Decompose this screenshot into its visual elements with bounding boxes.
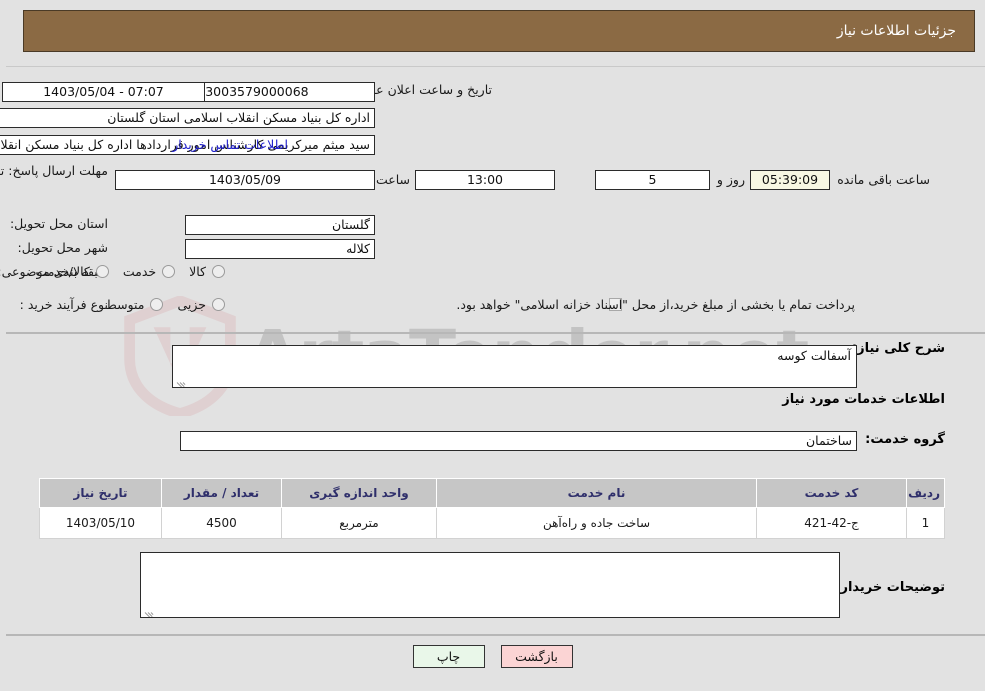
needs-table: ردیف کد خدمت نام خدمت واحد اندازه گیری ت… [39,478,945,539]
radio-medium[interactable] [150,298,164,311]
cell-code: ج-42-421 [756,507,907,539]
deadline-days-field[interactable]: 5 [595,170,710,190]
radio-minor-label: جزیی [177,297,206,312]
deadline-time-label: ساعت [375,172,410,187]
table-row: 1 ج-42-421 ساخت جاده و راه‌آهن مترمربع 4… [39,507,945,539]
cell-unit: مترمربع [281,507,437,539]
back-button[interactable]: بازگشت [500,645,573,668]
cell-quantity: 4500 [161,507,282,539]
deadline-countdown-field: 05:39:09 [750,170,830,190]
treasury-note: پرداخت تمام یا بخشی از مبلغ خرید،از محل … [456,297,855,312]
need-info-panel [6,66,985,334]
cell-name: ساخت جاده و راه‌آهن [436,507,757,539]
table-header-row: ردیف کد خدمت نام خدمت واحد اندازه گیری ت… [39,478,945,508]
buyer-contact-link[interactable]: اطلاعات تماس خریدار [172,137,288,152]
cell-need-date: 1403/05/10 [39,507,162,539]
radio-minor[interactable] [212,298,225,311]
general-desc-value: آسفالت کوسه [777,348,851,363]
radio-service[interactable] [162,265,176,278]
footer-buttons: بازگشت چاپ [0,645,985,668]
radio-goods[interactable] [212,265,225,278]
general-desc-textarea[interactable]: آسفالت کوسه [172,345,857,388]
deadline-date-field[interactable]: 1403/05/09 [115,170,375,190]
print-button[interactable]: چاپ [412,645,485,668]
province-field[interactable]: گلستان [185,215,375,235]
cell-index: 1 [906,507,945,539]
radio-goods-label: کالا [189,264,206,279]
page-root: ArtaTender.net جزئیات اطلاعات نیاز شماره… [0,0,985,691]
buyer-org-field[interactable]: اداره کل بنیاد مسکن انقلاب اسلامی استان … [0,108,375,128]
radio-medium-label: متوسط [105,297,145,312]
deadline-time-field[interactable]: 13:00 [415,170,555,190]
col-need-date: تاریخ نیاز [39,478,162,508]
service-group-label: گروه خدمت: [865,432,945,447]
purchase-process-options: جزیی متوسط [91,297,225,312]
deadline-remaining-label: ساعت باقی مانده [837,172,930,187]
textarea-resize-handle[interactable] [176,373,188,387]
buyer-notes-label: توضیحات خریدار: [835,580,945,595]
col-name: نام خدمت [436,478,757,508]
buyer-notes-textarea[interactable] [140,552,840,618]
buyer-notes-resize-handle[interactable] [144,603,156,617]
radio-goods-service-label: کالا/خدمت [35,264,90,279]
deadline-days-label: روز و [716,172,745,187]
radio-goods-service[interactable] [95,265,109,278]
service-group-field[interactable]: ساختمان [180,431,857,451]
general-desc-label: شرح کلی نیاز: [851,341,945,356]
page-title: جزئیات اطلاعات نیاز [836,23,956,39]
public-announce-field[interactable]: 07:07 - 1403/05/04 [2,82,205,102]
col-index: ردیف [906,478,945,508]
subject-category-options: کالا خدمت کالا/خدمت [21,264,225,279]
services-heading: اطلاعات خدمات مورد نیاز [782,392,945,407]
col-quantity: تعداد / مقدار [161,478,282,508]
col-code: کد خدمت [756,478,907,508]
col-unit: واحد اندازه گیری [281,478,437,508]
page-header: جزئیات اطلاعات نیاز [23,10,975,52]
needs-table-wrap: ردیف کد خدمت نام خدمت واحد اندازه گیری ت… [39,478,945,539]
radio-service-label: خدمت [122,264,157,279]
city-field[interactable]: کلاله [185,239,375,259]
